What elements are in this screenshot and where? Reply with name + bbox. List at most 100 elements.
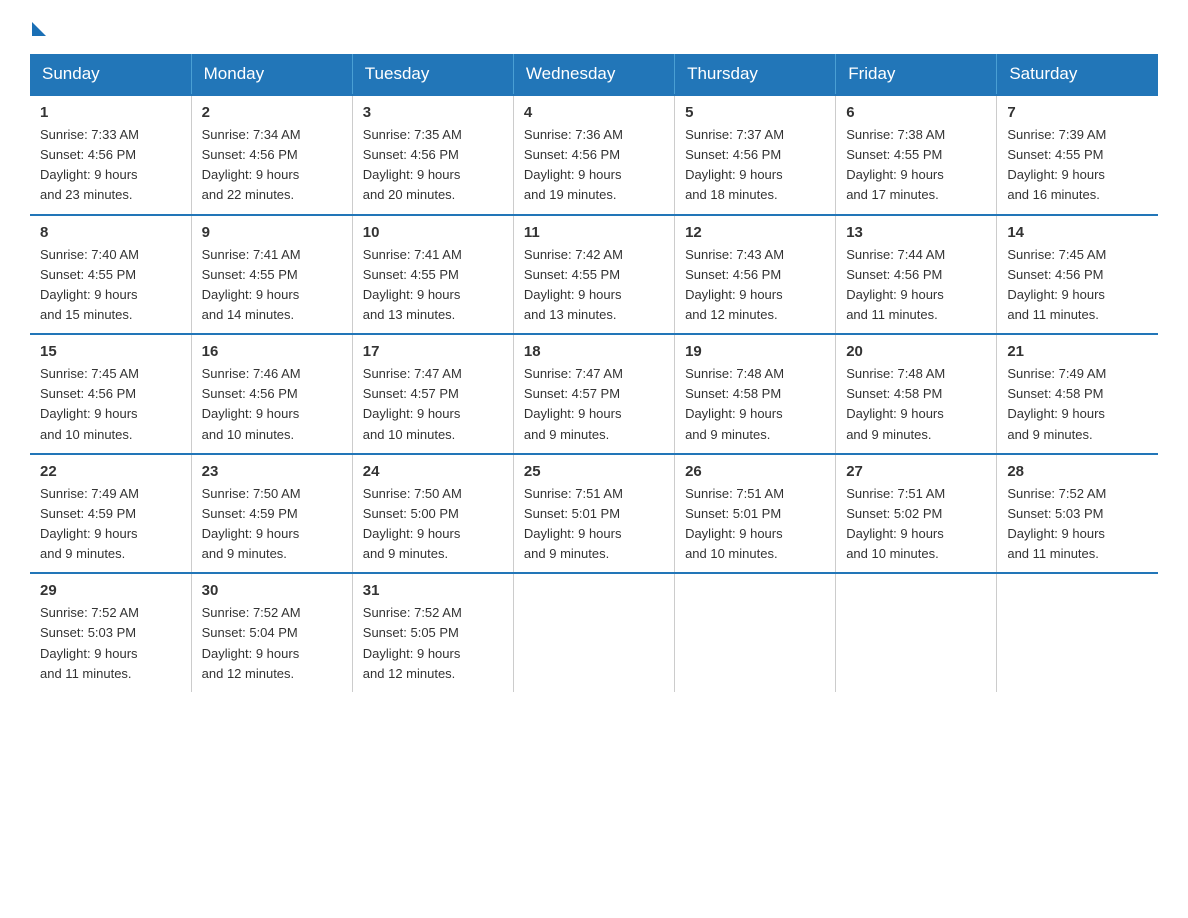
day-number: 7: [1007, 104, 1148, 121]
calendar-cell: 12 Sunrise: 7:43 AMSunset: 4:56 PMDayligh…: [675, 215, 836, 335]
day-info: Sunrise: 7:38 AMSunset: 4:55 PMDaylight:…: [846, 125, 986, 206]
calendar-cell: 27 Sunrise: 7:51 AMSunset: 5:02 PMDayligh…: [836, 454, 997, 574]
day-number: 31: [363, 582, 503, 599]
day-number: 4: [524, 104, 664, 121]
day-info: Sunrise: 7:33 AMSunset: 4:56 PMDaylight:…: [40, 125, 181, 206]
calendar-cell: 7Sunrise: 7:39 AMSunset: 4:55 PMDaylight…: [997, 95, 1158, 215]
day-info: Sunrise: 7:51 AMSunset: 5:01 PMDaylight:…: [524, 484, 664, 565]
day-info: Sunrise: 7:49 AMSunset: 4:58 PMDaylight:…: [1007, 364, 1148, 445]
day-number: 25: [524, 463, 664, 480]
day-number: 10: [363, 224, 503, 241]
calendar-cell: 26 Sunrise: 7:51 AMSunset: 5:01 PMDayligh…: [675, 454, 836, 574]
calendar-cell: 17Sunrise: 7:47 AMSunset: 4:57 PMDayligh…: [352, 334, 513, 454]
day-number: 13: [846, 224, 986, 241]
day-info: Sunrise: 7:52 AMSunset: 5:04 PMDaylight:…: [202, 603, 342, 684]
day-number: 20: [846, 343, 986, 360]
calendar-cell: 18 Sunrise: 7:47 AMSunset: 4:57 PMDayligh…: [513, 334, 674, 454]
calendar-cell: 13 Sunrise: 7:44 AMSunset: 4:56 PMDayligh…: [836, 215, 997, 335]
day-info: Sunrise: 7:51 AMSunset: 5:01 PMDaylight:…: [685, 484, 825, 565]
calendar-cell: 9 Sunrise: 7:41 AMSunset: 4:55 PMDaylight…: [191, 215, 352, 335]
calendar-cell: 1 Sunrise: 7:33 AMSunset: 4:56 PMDaylight…: [30, 95, 191, 215]
weekday-header-tuesday: Tuesday: [352, 54, 513, 95]
calendar-week-row: 8 Sunrise: 7:40 AMSunset: 4:55 PMDaylight…: [30, 215, 1158, 335]
calendar-cell: 25 Sunrise: 7:51 AMSunset: 5:01 PMDayligh…: [513, 454, 674, 574]
calendar-cell: 24 Sunrise: 7:50 AMSunset: 5:00 PMDayligh…: [352, 454, 513, 574]
calendar-cell: [836, 573, 997, 692]
day-number: 22: [40, 463, 181, 480]
weekday-header-saturday: Saturday: [997, 54, 1158, 95]
weekday-header-thursday: Thursday: [675, 54, 836, 95]
day-number: 6: [846, 104, 986, 121]
day-info: Sunrise: 7:43 AMSunset: 4:56 PMDaylight:…: [685, 245, 825, 326]
weekday-header-sunday: Sunday: [30, 54, 191, 95]
day-info: Sunrise: 7:51 AMSunset: 5:02 PMDaylight:…: [846, 484, 986, 565]
day-info: Sunrise: 7:41 AMSunset: 4:55 PMDaylight:…: [202, 245, 342, 326]
day-number: 27: [846, 463, 986, 480]
day-info: Sunrise: 7:41 AMSunset: 4:55 PMDaylight:…: [363, 245, 503, 326]
day-info: Sunrise: 7:46 AMSunset: 4:56 PMDaylight:…: [202, 364, 342, 445]
day-info: Sunrise: 7:40 AMSunset: 4:55 PMDaylight:…: [40, 245, 181, 326]
day-info: Sunrise: 7:35 AMSunset: 4:56 PMDaylight:…: [363, 125, 503, 206]
calendar-cell: 2 Sunrise: 7:34 AMSunset: 4:56 PMDaylight…: [191, 95, 352, 215]
calendar-week-row: 1 Sunrise: 7:33 AMSunset: 4:56 PMDaylight…: [30, 95, 1158, 215]
day-info: Sunrise: 7:36 AMSunset: 4:56 PMDaylight:…: [524, 125, 664, 206]
weekday-header-wednesday: Wednesday: [513, 54, 674, 95]
day-number: 23: [202, 463, 342, 480]
day-info: Sunrise: 7:44 AMSunset: 4:56 PMDaylight:…: [846, 245, 986, 326]
day-number: 12: [685, 224, 825, 241]
calendar-cell: 28 Sunrise: 7:52 AMSunset: 5:03 PMDayligh…: [997, 454, 1158, 574]
day-info: Sunrise: 7:48 AMSunset: 4:58 PMDaylight:…: [846, 364, 986, 445]
day-info: Sunrise: 7:50 AMSunset: 4:59 PMDaylight:…: [202, 484, 342, 565]
day-number: 30: [202, 582, 342, 599]
calendar-cell: 10 Sunrise: 7:41 AMSunset: 4:55 PMDayligh…: [352, 215, 513, 335]
day-number: 28: [1007, 463, 1148, 480]
calendar-cell: 8 Sunrise: 7:40 AMSunset: 4:55 PMDaylight…: [30, 215, 191, 335]
calendar-week-row: 15Sunrise: 7:45 AMSunset: 4:56 PMDayligh…: [30, 334, 1158, 454]
page-header: [30, 20, 1158, 34]
calendar-cell: 6 Sunrise: 7:38 AMSunset: 4:55 PMDaylight…: [836, 95, 997, 215]
weekday-header-monday: Monday: [191, 54, 352, 95]
day-info: Sunrise: 7:34 AMSunset: 4:56 PMDaylight:…: [202, 125, 342, 206]
day-number: 26: [685, 463, 825, 480]
calendar-cell: 4 Sunrise: 7:36 AMSunset: 4:56 PMDaylight…: [513, 95, 674, 215]
day-number: 5: [685, 104, 825, 121]
logo: [30, 20, 48, 34]
calendar-cell: 23 Sunrise: 7:50 AMSunset: 4:59 PMDayligh…: [191, 454, 352, 574]
calendar-cell: [997, 573, 1158, 692]
calendar-cell: 31Sunrise: 7:52 AMSunset: 5:05 PMDayligh…: [352, 573, 513, 692]
logo-triangle-icon: [32, 22, 46, 36]
day-info: Sunrise: 7:52 AMSunset: 5:03 PMDaylight:…: [40, 603, 181, 684]
day-info: Sunrise: 7:42 AMSunset: 4:55 PMDaylight:…: [524, 245, 664, 326]
calendar-table: SundayMondayTuesdayWednesdayThursdayFrid…: [30, 54, 1158, 692]
calendar-cell: [513, 573, 674, 692]
weekday-header-row: SundayMondayTuesdayWednesdayThursdayFrid…: [30, 54, 1158, 95]
calendar-week-row: 22 Sunrise: 7:49 AMSunset: 4:59 PMDayligh…: [30, 454, 1158, 574]
calendar-cell: 5Sunrise: 7:37 AMSunset: 4:56 PMDaylight…: [675, 95, 836, 215]
day-info: Sunrise: 7:52 AMSunset: 5:03 PMDaylight:…: [1007, 484, 1148, 565]
day-number: 1: [40, 104, 181, 121]
day-number: 18: [524, 343, 664, 360]
calendar-cell: 14Sunrise: 7:45 AMSunset: 4:56 PMDayligh…: [997, 215, 1158, 335]
day-number: 9: [202, 224, 342, 241]
calendar-cell: 22 Sunrise: 7:49 AMSunset: 4:59 PMDayligh…: [30, 454, 191, 574]
calendar-cell: 15Sunrise: 7:45 AMSunset: 4:56 PMDayligh…: [30, 334, 191, 454]
day-info: Sunrise: 7:50 AMSunset: 5:00 PMDaylight:…: [363, 484, 503, 565]
day-info: Sunrise: 7:49 AMSunset: 4:59 PMDaylight:…: [40, 484, 181, 565]
day-number: 14: [1007, 224, 1148, 241]
calendar-header: SundayMondayTuesdayWednesdayThursdayFrid…: [30, 54, 1158, 95]
weekday-header-friday: Friday: [836, 54, 997, 95]
day-number: 29: [40, 582, 181, 599]
day-number: 16: [202, 343, 342, 360]
day-info: Sunrise: 7:47 AMSunset: 4:57 PMDaylight:…: [524, 364, 664, 445]
day-number: 2: [202, 104, 342, 121]
day-number: 8: [40, 224, 181, 241]
calendar-cell: 21Sunrise: 7:49 AMSunset: 4:58 PMDayligh…: [997, 334, 1158, 454]
calendar-week-row: 29 Sunrise: 7:52 AMSunset: 5:03 PMDayligh…: [30, 573, 1158, 692]
day-number: 15: [40, 343, 181, 360]
day-number: 24: [363, 463, 503, 480]
calendar-cell: 29 Sunrise: 7:52 AMSunset: 5:03 PMDayligh…: [30, 573, 191, 692]
calendar-cell: 19Sunrise: 7:48 AMSunset: 4:58 PMDayligh…: [675, 334, 836, 454]
day-info: Sunrise: 7:47 AMSunset: 4:57 PMDaylight:…: [363, 364, 503, 445]
calendar-cell: 30 Sunrise: 7:52 AMSunset: 5:04 PMDayligh…: [191, 573, 352, 692]
calendar-cell: 3Sunrise: 7:35 AMSunset: 4:56 PMDaylight…: [352, 95, 513, 215]
